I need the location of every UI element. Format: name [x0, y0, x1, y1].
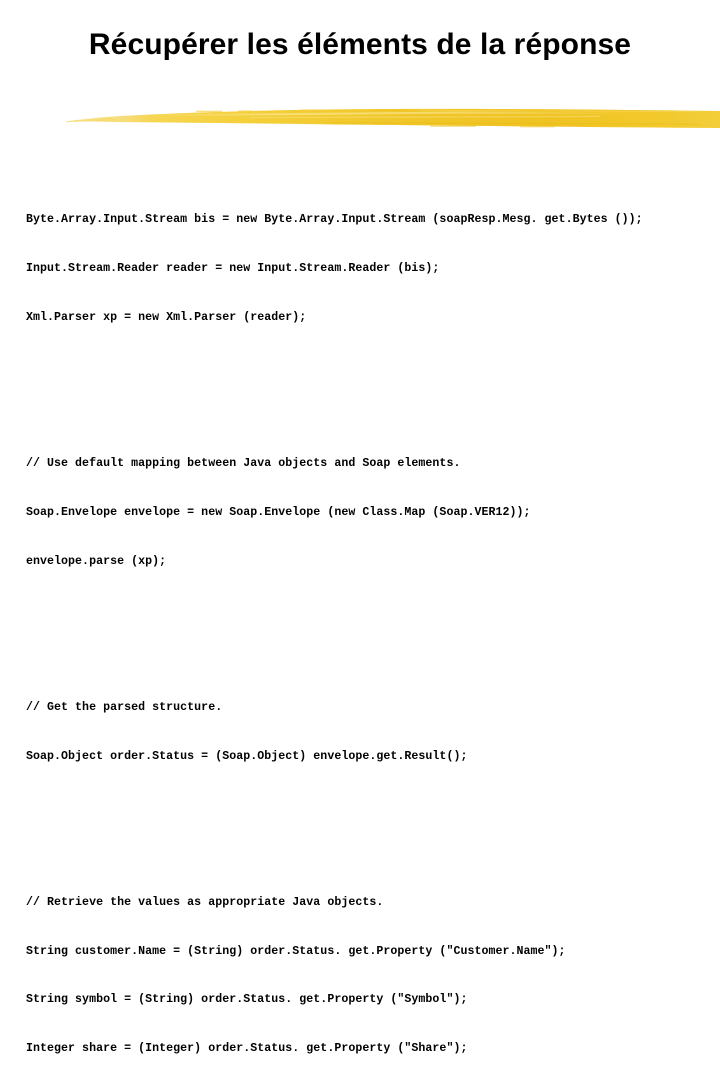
code-line: // Retrieve the values as appropriate Ja… — [26, 895, 384, 909]
code-line: String symbol = (String) order.Status. g… — [26, 993, 468, 1007]
code-block: // Use default mapping between Java obje… — [26, 424, 720, 603]
code-block: // Retrieve the values as appropriate Ja… — [26, 862, 720, 1080]
code-line: Xml.Parser xp = new Xml.Parser (reader); — [26, 310, 307, 324]
code-line: Byte.Array.Input.Stream bis = new Byte.A… — [26, 213, 643, 227]
slide-title: Récupérer les éléments de la réponse — [88, 28, 632, 61]
code-line: Soap.Object order.Status = (Soap.Object)… — [26, 749, 468, 763]
code-block: // Get the parsed structure. Soap.Object… — [26, 667, 720, 797]
presentation-slide: Récupérer les éléments de la réponse Byt… — [0, 0, 720, 1055]
code-listing: Byte.Array.Input.Stream bis = new Byte.A… — [26, 131, 720, 1080]
code-line: Soap.Envelope envelope = new Soap.Envelo… — [26, 505, 531, 519]
code-line: // Get the parsed structure. — [26, 700, 223, 714]
code-line: // Use default mapping between Java obje… — [26, 457, 461, 470]
code-line: Integer share = (Integer) order.Status. … — [26, 1042, 468, 1055]
code-line: envelope.parse (xp); — [26, 554, 167, 568]
brush-stroke-divider-icon — [0, 96, 720, 136]
code-line: String customer.Name = (String) order.St… — [26, 944, 566, 958]
code-block: Byte.Array.Input.Stream bis = new Byte.A… — [26, 180, 720, 359]
code-line: Input.Stream.Reader reader = new Input.S… — [26, 262, 440, 275]
